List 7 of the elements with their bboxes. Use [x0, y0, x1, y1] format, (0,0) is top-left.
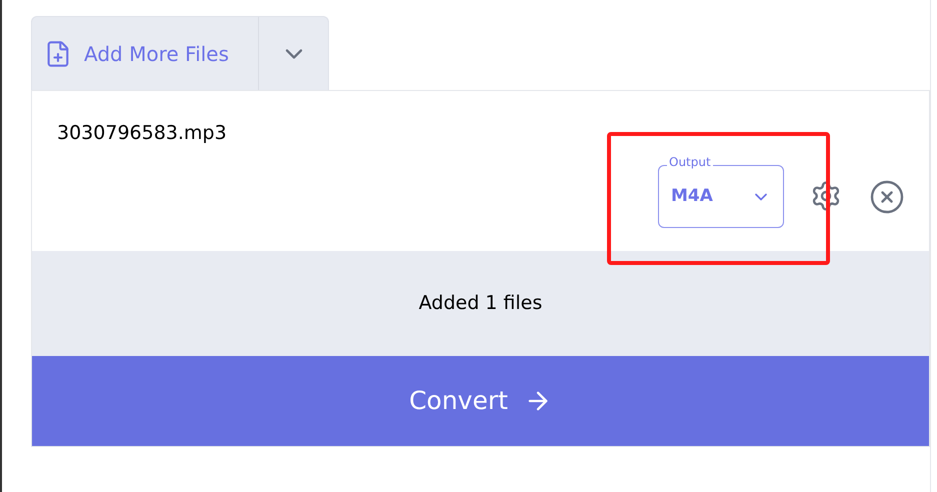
- remove-button[interactable]: [868, 178, 906, 216]
- convert-button[interactable]: Convert: [32, 356, 929, 446]
- settings-icon: [810, 180, 842, 212]
- close-icon: [869, 179, 905, 215]
- file-name: 3030796583.mp3: [57, 121, 227, 146]
- status-text: Added 1 files: [418, 291, 542, 316]
- output-label: Output: [667, 156, 713, 168]
